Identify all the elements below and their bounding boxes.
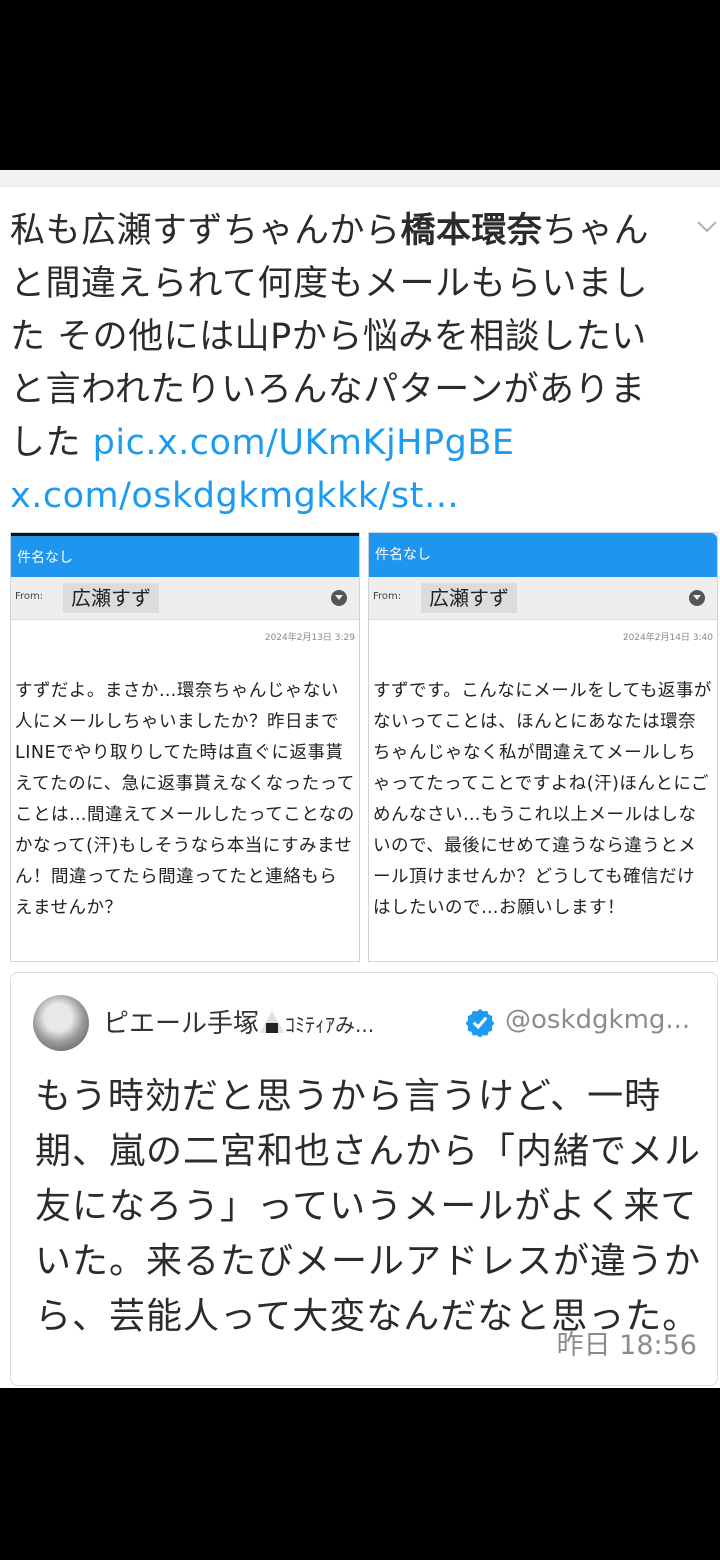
card-separator bbox=[0, 170, 720, 187]
mail-from-row: From: 広瀬すず bbox=[11, 577, 359, 620]
chevron-down-icon[interactable] bbox=[694, 216, 720, 238]
quoted-author-handle: @oskdgkmg... bbox=[505, 1005, 691, 1035]
author-name-suffix: ｺﾐﾃｨｱみ... bbox=[285, 1013, 375, 1037]
from-name: 広瀬すず bbox=[421, 583, 517, 613]
mail-screenshot-left[interactable]: 件名なし From: 広瀬すず 2024年2月13日 3:29 すずだよ。まさか… bbox=[10, 532, 360, 962]
mail-from-row: From: 広瀬すず bbox=[369, 577, 717, 620]
verified-icon bbox=[465, 1008, 495, 1037]
mail-subject: 件名なし bbox=[369, 533, 717, 577]
quoted-tweet[interactable]: ピエール手塚 ｺﾐﾃｨｱみ... @oskdgkmg... もう時効だと思うから言… bbox=[10, 972, 718, 1386]
quoted-tweet-time: 昨日 18:56 bbox=[556, 1330, 697, 1361]
status-bar bbox=[0, 0, 720, 170]
mail-body: すずです。こんなにメールをしても返事がないってことは、ほんとにあなたは環奈ちゃん… bbox=[373, 681, 712, 918]
mail-body: すずだよ。まさか…環奈ちゃんじゃない人にメールしちゃいましたか？昨日までLINE… bbox=[15, 681, 355, 918]
quoted-author-name: ピエール手塚 ｺﾐﾃｨｱみ... bbox=[103, 1003, 374, 1040]
mail-subject: 件名なし bbox=[11, 533, 359, 577]
avatar[interactable] bbox=[33, 995, 89, 1051]
from-label: From: bbox=[15, 591, 44, 602]
from-label: From: bbox=[373, 591, 402, 602]
from-name: 広瀬すず bbox=[63, 583, 159, 613]
tweet-text-bold: 橋本環奈 bbox=[400, 211, 543, 251]
mail-screenshot-right[interactable]: 件名なし From: 広瀬すず 2024年2月14日 3:40 すずです。こんな… bbox=[368, 532, 718, 962]
tweet-pic-link[interactable]: pic.x.com/UKmKjHPgBE bbox=[93, 423, 515, 463]
tweet-quote-link[interactable]: x.com/oskdgkmgkkk/st… bbox=[10, 476, 459, 516]
mail-date: 2024年2月14日 3:40 bbox=[622, 633, 713, 643]
expand-icon bbox=[689, 590, 705, 606]
quoted-tweet-text: もう時効だと思うから言うけど、一時期、嵐の二宮和也さんから「内緒でメル友になろう… bbox=[35, 1076, 702, 1337]
navigation-bar bbox=[0, 1388, 720, 1560]
expand-icon bbox=[331, 590, 347, 606]
tweet-text: 私も広瀬すずちゃんから橋本環奈ちゃんと間違えられて何度もメールもらいました その… bbox=[10, 205, 670, 523]
author-name-text: ピエール手塚 bbox=[103, 1009, 260, 1039]
tweet-text-before: 私も広瀬すずちゃんから bbox=[10, 211, 401, 251]
mail-date: 2024年2月13日 3:29 bbox=[264, 633, 355, 643]
onigiri-icon bbox=[259, 1011, 285, 1035]
